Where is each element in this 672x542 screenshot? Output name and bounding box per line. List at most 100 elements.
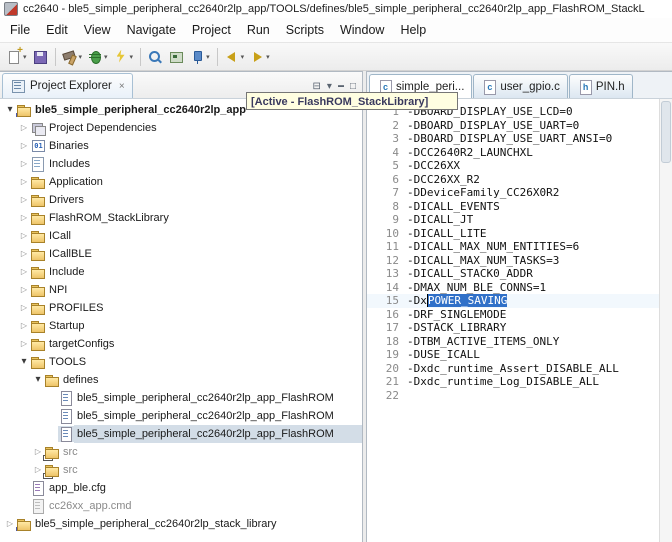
collapsed-arrow-icon[interactable] [18, 119, 30, 137]
dropdown-arrow-icon[interactable] [206, 53, 210, 61]
dropdown-arrow-icon[interactable] [130, 53, 134, 61]
editor-line-12[interactable]: 12 -DICALL_MAX_NUM_TASKS=3 [367, 254, 659, 268]
collapsed-arrow-icon[interactable] [32, 461, 44, 479]
tree-item-npi[interactable]: NPI [0, 281, 362, 299]
editor-line-5[interactable]: 5 -DCC26XX [367, 159, 659, 173]
collapsed-arrow-icon[interactable] [18, 263, 30, 281]
editor-line-14[interactable]: 14 -DMAX_NUM_BLE_CONNS=1 [367, 281, 659, 295]
menu-navigate[interactable]: Navigate [119, 20, 184, 40]
pin-button[interactable] [187, 45, 212, 69]
tree-item-application[interactable]: Application [0, 173, 362, 191]
tree-item-binaries[interactable]: Binaries [0, 137, 362, 155]
tree-item-targetconfigs[interactable]: targetConfigs [0, 335, 362, 353]
menu-view[interactable]: View [76, 20, 119, 40]
overview-ruler[interactable] [659, 99, 672, 542]
menu-help[interactable]: Help [392, 20, 434, 40]
editor-line-2[interactable]: 2 -DBOARD_DISPLAY_USE_UART=0 [367, 119, 659, 133]
collapsed-arrow-icon[interactable] [18, 281, 30, 299]
editor-line-6[interactable]: 6 -DCC26XX_R2 [367, 173, 659, 187]
tree-item-drivers[interactable]: Drivers [0, 191, 362, 209]
editor-line-11[interactable]: 11 -DICALL_MAX_NUM_ENTITIES=6 [367, 240, 659, 254]
menu-edit[interactable]: Edit [38, 20, 76, 40]
tree-item-src[interactable]: src [0, 443, 362, 461]
tree-item-include[interactable]: Include [0, 263, 362, 281]
new-file-button[interactable] [4, 45, 29, 69]
forward-button[interactable] [247, 45, 272, 69]
expanded-arrow-icon[interactable] [4, 101, 16, 119]
editor-line-10[interactable]: 10 -DICALL_LITE [367, 227, 659, 241]
editor-line-13[interactable]: 13 -DICALL_STACK0_ADDR [367, 267, 659, 281]
dropdown-arrow-icon[interactable] [23, 53, 27, 61]
collapsed-arrow-icon[interactable] [18, 227, 30, 245]
expanded-arrow-icon[interactable] [32, 371, 44, 389]
scrollbar-thumb[interactable] [661, 101, 671, 163]
collapsed-arrow-icon[interactable] [18, 245, 30, 263]
maximize-icon[interactable] [350, 82, 356, 92]
editor-tab-user-gpio-c[interactable]: user_gpio.c [473, 74, 568, 98]
collapsed-arrow-icon[interactable] [18, 335, 30, 353]
collapsed-arrow-icon[interactable] [18, 155, 30, 173]
tree-item-icall[interactable]: ICall [0, 227, 362, 245]
tree-item-app-ble-cfg[interactable]: app_ble.cfg [0, 479, 362, 497]
new-target-config-button[interactable] [166, 45, 186, 69]
tree-item-includes[interactable]: Includes [0, 155, 362, 173]
menu-run[interactable]: Run [239, 20, 278, 40]
tree-item-defines[interactable]: defines [0, 371, 362, 389]
back-button[interactable] [222, 45, 247, 69]
tree-item-src[interactable]: src [0, 461, 362, 479]
search-button[interactable] [145, 45, 165, 69]
tree-item-ble5-simple-peripheral-cc2640r2lp-app-flas[interactable]: ble5_simple_peripheral_cc2640r2lp_app_Fl… [0, 389, 362, 407]
folder-icon [30, 336, 46, 352]
menu-window[interactable]: Window [332, 20, 392, 40]
tree-item-startup[interactable]: Startup [0, 317, 362, 335]
debug-button[interactable] [85, 45, 110, 69]
tree-item-ble5-simple-peripheral-cc2640r2lp-app-flas[interactable]: ble5_simple_peripheral_cc2640r2lp_app_Fl… [0, 425, 362, 443]
editor-line-18[interactable]: 18 -DTBM_ACTIVE_ITEMS_ONLY [367, 335, 659, 349]
menu-project[interactable]: Project [184, 20, 239, 40]
build-button[interactable] [60, 45, 85, 69]
dropdown-arrow-icon[interactable] [104, 53, 108, 61]
collapsed-arrow-icon[interactable] [4, 515, 16, 533]
collapsed-arrow-icon[interactable] [18, 173, 30, 191]
collapse-all-icon[interactable] [313, 82, 321, 92]
view-menu-icon[interactable] [327, 82, 332, 92]
tree-item-tools[interactable]: TOOLS [0, 353, 362, 371]
tree-item-flashrom-stacklibrary[interactable]: FlashROM_StackLibrary [0, 209, 362, 227]
tree-item-cc26xx-app-cmd[interactable]: cc26xx_app.cmd [0, 497, 362, 515]
editor-line-17[interactable]: 17 -DSTACK_LIBRARY [367, 321, 659, 335]
collapsed-arrow-icon[interactable] [32, 443, 44, 461]
editor-line-21[interactable]: 21 -Dxdc_runtime_Log_DISABLE_ALL [367, 375, 659, 389]
collapsed-arrow-icon[interactable] [18, 191, 30, 209]
collapsed-arrow-icon[interactable] [18, 299, 30, 317]
editor-line-8[interactable]: 8 -DICALL_EVENTS [367, 200, 659, 214]
editor-tab-pin-h[interactable]: PIN.h [568, 74, 633, 98]
save-button[interactable] [30, 45, 50, 69]
editor-content[interactable]: 1 -DBOARD_DISPLAY_USE_LCD=0 2 -DBOARD_DISPL… [367, 99, 659, 542]
tree-item-profiles[interactable]: PROFILES [0, 299, 362, 317]
collapsed-arrow-icon[interactable] [18, 209, 30, 227]
tree-item-icallble[interactable]: ICallBLE [0, 245, 362, 263]
dropdown-arrow-icon[interactable] [79, 53, 83, 61]
editor-line-16[interactable]: 16 -DRF_SINGLEMODE [367, 308, 659, 322]
tree-item-project-dependencies[interactable]: Project Dependencies [0, 119, 362, 137]
tab-project-explorer[interactable]: Project Explorer [2, 73, 133, 98]
editor-line-4[interactable]: 4 -DCC2640R2_LAUNCHXL [367, 146, 659, 160]
collapsed-arrow-icon[interactable] [18, 317, 30, 335]
editor-line-3[interactable]: 3 -DBOARD_DISPLAY_USE_UART_ANSI=0 [367, 132, 659, 146]
dropdown-arrow-icon[interactable] [266, 53, 270, 61]
menu-scripts[interactable]: Scripts [278, 20, 332, 40]
tree-item-ble5-simple-peripheral-cc2640r2lp-app-flas[interactable]: ble5_simple_peripheral_cc2640r2lp_app_Fl… [0, 407, 362, 425]
close-icon[interactable] [119, 81, 125, 92]
tree-item-ble5-simple-peripheral-cc2640r2lp-stack-li[interactable]: ble5_simple_peripheral_cc2640r2lp_stack_… [0, 515, 362, 533]
editor-line-19[interactable]: 19 -DUSE_ICALL [367, 348, 659, 362]
flash-button[interactable] [111, 45, 136, 69]
dropdown-arrow-icon[interactable] [241, 53, 245, 61]
editor-line-9[interactable]: 9 -DICALL_JT [367, 213, 659, 227]
menu-file[interactable]: File [2, 20, 38, 40]
editor-line-20[interactable]: 20 -Dxdc_runtime_Assert_DISABLE_ALL [367, 362, 659, 376]
editor-line-7[interactable]: 7 -DDeviceFamily_CC26X0R2 [367, 186, 659, 200]
expanded-arrow-icon[interactable] [18, 353, 30, 371]
collapsed-arrow-icon[interactable] [18, 137, 30, 155]
editor-line-22[interactable]: 22 [367, 389, 659, 403]
editor-line-15[interactable]: 15 -DxPOWER_SAVING [367, 294, 659, 308]
